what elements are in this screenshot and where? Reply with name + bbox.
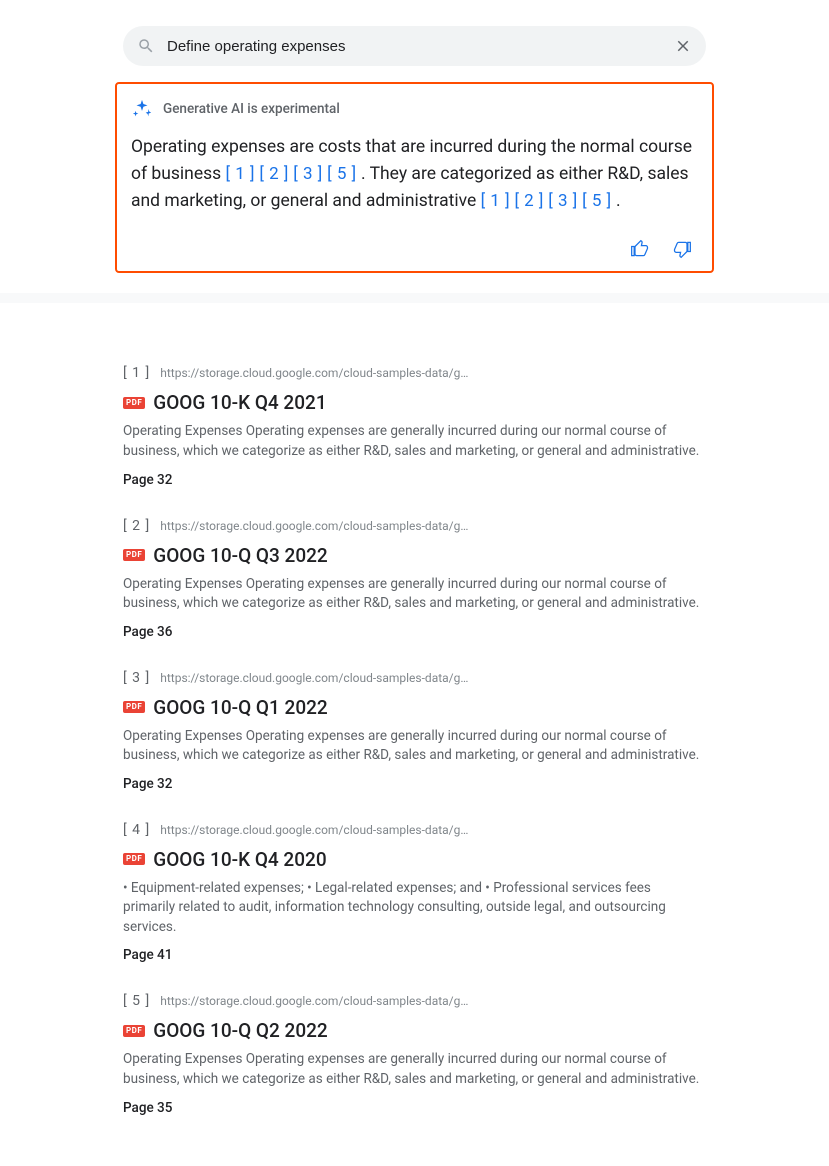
section-gap (0, 293, 829, 303)
result-top-row: [ 3 ] https://storage.cloud.google.com/c… (123, 670, 706, 686)
ai-text-3: . (612, 191, 621, 211)
result-top-row: [ 4 ] https://storage.cloud.google.com/c… (123, 822, 706, 838)
result-title-row: PDF GOOG 10-K Q4 2020 (123, 848, 706, 871)
result-title-row: PDF GOOG 10-Q Q1 2022 (123, 696, 706, 719)
result-page: Page 35 (123, 1100, 706, 1116)
citation-link[interactable]: [ 3 ] (293, 164, 323, 184)
search-result[interactable]: [ 4 ] https://storage.cloud.google.com/c… (123, 822, 706, 964)
search-icon (137, 37, 155, 55)
result-title: GOOG 10-Q Q1 2022 (153, 696, 327, 719)
result-url: https://storage.cloud.google.com/cloud-s… (160, 823, 470, 837)
pdf-badge-icon: PDF (123, 549, 145, 561)
result-number: [ 1 ] (123, 365, 150, 381)
result-title: GOOG 10-Q Q3 2022 (153, 544, 327, 567)
result-top-row: [ 2 ] https://storage.cloud.google.com/c… (123, 518, 706, 534)
result-number: [ 4 ] (123, 822, 150, 838)
citation-link[interactable]: [ 2 ] (259, 164, 289, 184)
thumbs-up-icon[interactable] (630, 239, 650, 259)
result-title-row: PDF GOOG 10-K Q4 2021 (123, 391, 706, 414)
citation-link[interactable]: [ 5 ] (582, 191, 612, 211)
search-result[interactable]: [ 5 ] https://storage.cloud.google.com/c… (123, 993, 706, 1115)
result-top-row: [ 5 ] https://storage.cloud.google.com/c… (123, 993, 706, 1009)
result-page: Page 32 (123, 776, 706, 792)
pdf-badge-icon: PDF (123, 397, 145, 409)
ai-experimental-label: Generative AI is experimental (163, 101, 340, 117)
results-section: [ 1 ] https://storage.cloud.google.com/c… (0, 325, 829, 1165)
pdf-badge-icon: PDF (123, 701, 145, 713)
result-url: https://storage.cloud.google.com/cloud-s… (160, 519, 470, 533)
result-url: https://storage.cloud.google.com/cloud-s… (160, 366, 470, 380)
result-page: Page 41 (123, 947, 706, 963)
ai-answer-card: Generative AI is experimental Operating … (115, 82, 714, 273)
citation-link[interactable]: [ 1 ] (226, 164, 256, 184)
result-page: Page 32 (123, 472, 706, 488)
result-page: Page 36 (123, 624, 706, 640)
citation-link[interactable]: [ 5 ] (327, 164, 357, 184)
result-snippet: Operating Expenses Operating expenses ar… (123, 727, 706, 766)
result-number: [ 2 ] (123, 518, 150, 534)
result-top-row: [ 1 ] https://storage.cloud.google.com/c… (123, 365, 706, 381)
citation-link[interactable]: [ 3 ] (548, 191, 578, 211)
search-result[interactable]: [ 2 ] https://storage.cloud.google.com/c… (123, 518, 706, 640)
result-title: GOOG 10-K Q4 2020 (153, 848, 326, 871)
citation-link[interactable]: [ 1 ] (481, 191, 511, 211)
result-title-row: PDF GOOG 10-Q Q2 2022 (123, 1019, 706, 1042)
search-result[interactable]: [ 3 ] https://storage.cloud.google.com/c… (123, 670, 706, 792)
result-snippet: Operating Expenses Operating expenses ar… (123, 1050, 706, 1089)
close-icon[interactable] (674, 37, 692, 55)
ai-feedback-row (131, 239, 698, 259)
search-input[interactable] (167, 38, 674, 55)
top-section: Generative AI is experimental Operating … (0, 0, 829, 293)
result-url: https://storage.cloud.google.com/cloud-s… (160, 994, 470, 1008)
sparkle-icon (131, 98, 153, 120)
ai-card-header: Generative AI is experimental (131, 98, 698, 120)
citation-link[interactable]: [ 2 ] (514, 191, 544, 211)
result-number: [ 3 ] (123, 670, 150, 686)
pdf-badge-icon: PDF (123, 853, 145, 865)
result-title-row: PDF GOOG 10-Q Q3 2022 (123, 544, 706, 567)
result-number: [ 5 ] (123, 993, 150, 1009)
result-url: https://storage.cloud.google.com/cloud-s… (160, 671, 470, 685)
thumbs-down-icon[interactable] (672, 239, 692, 259)
search-result[interactable]: [ 1 ] https://storage.cloud.google.com/c… (123, 365, 706, 487)
result-title: GOOG 10-Q Q2 2022 (153, 1019, 327, 1042)
result-snippet: • Equipment-related expenses; • Legal-re… (123, 879, 706, 938)
ai-answer-body: Operating expenses are costs that are in… (131, 134, 698, 215)
pdf-badge-icon: PDF (123, 1025, 145, 1037)
result-snippet: Operating Expenses Operating expenses ar… (123, 422, 706, 461)
search-bar (123, 26, 706, 66)
result-snippet: Operating Expenses Operating expenses ar… (123, 575, 706, 614)
result-title: GOOG 10-K Q4 2021 (153, 391, 326, 414)
